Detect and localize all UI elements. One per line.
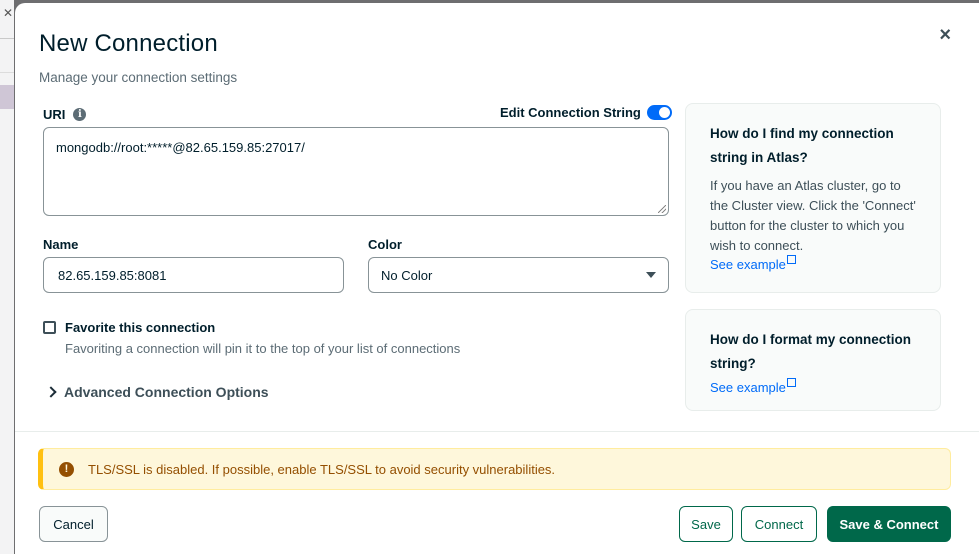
favorite-checkbox[interactable] bbox=[43, 321, 56, 334]
color-select-value: No Color bbox=[381, 267, 433, 283]
cancel-button[interactable]: Cancel bbox=[39, 506, 108, 542]
connection-string-textarea[interactable]: mongodb://root:*****@82.65.159.85:27017/ bbox=[43, 127, 669, 216]
save-button[interactable]: Save bbox=[679, 506, 733, 542]
help-card-title: How do I format my connection string? bbox=[710, 332, 912, 371]
see-example-link[interactable]: See example bbox=[710, 255, 796, 272]
color-label: Color bbox=[368, 237, 402, 252]
edit-connection-string-toggle-group: Edit Connection String bbox=[500, 105, 672, 120]
info-icon[interactable]: i bbox=[73, 108, 87, 121]
help-card-title: How do I find my connection string in At… bbox=[710, 126, 894, 165]
tls-warning-text: TLS/SSL is disabled. If possible, enable… bbox=[88, 461, 556, 477]
uri-label-group: URI i bbox=[43, 107, 87, 122]
save-and-connect-button[interactable]: Save & Connect bbox=[827, 506, 951, 542]
edit-connection-string-toggle[interactable] bbox=[646, 105, 672, 120]
modal-title: New Connection bbox=[39, 30, 218, 57]
favorite-description: Favoriting a connection will pin it to t… bbox=[65, 341, 461, 356]
modal-subtitle: Manage your connection settings bbox=[39, 70, 238, 85]
warning-icon: ! bbox=[59, 461, 74, 477]
background-app: ✕ bbox=[0, 0, 14, 554]
external-link-icon bbox=[786, 255, 796, 264]
advanced-options-label: Advanced Connection Options bbox=[64, 384, 269, 400]
resize-grip-icon[interactable] bbox=[658, 205, 666, 213]
new-connection-modal: × New Connection Manage your connection … bbox=[15, 3, 979, 554]
caret-down-icon bbox=[646, 272, 656, 278]
help-card-atlas: How do I find my connection string in At… bbox=[685, 103, 941, 293]
see-example-link[interactable]: See example bbox=[710, 378, 796, 395]
close-icon[interactable]: × bbox=[939, 25, 951, 45]
chevron-right-icon bbox=[45, 386, 57, 398]
tls-warning-banner: ! TLS/SSL is disabled. If possible, enab… bbox=[38, 448, 951, 490]
toggle-knob bbox=[658, 107, 670, 118]
name-label: Name bbox=[43, 237, 79, 252]
help-card-body: If you have an Atlas cluster, go to the … bbox=[710, 178, 916, 253]
background-close-icon: ✕ bbox=[3, 6, 14, 20]
color-select[interactable]: No Color bbox=[368, 257, 669, 293]
favorite-connection-group: Favorite this connection Favoriting a co… bbox=[43, 320, 460, 356]
advanced-options-toggle[interactable]: Advanced Connection Options bbox=[45, 384, 269, 400]
see-example-link-label: See example bbox=[710, 380, 786, 395]
help-card-format: How do I format my connection string? Se… bbox=[685, 309, 941, 411]
uri-label: URI bbox=[43, 107, 66, 122]
connection-string-value: mongodb://root:*****@82.65.159.85:27017/ bbox=[56, 140, 305, 155]
see-example-link-label: See example bbox=[710, 257, 786, 272]
name-input-value: 82.65.159.85:8081 bbox=[58, 267, 167, 283]
name-input[interactable]: 82.65.159.85:8081 bbox=[43, 257, 344, 293]
edit-connection-string-label: Edit Connection String bbox=[500, 105, 641, 120]
favorite-label[interactable]: Favorite this connection bbox=[65, 320, 215, 335]
connect-button[interactable]: Connect bbox=[741, 506, 817, 542]
footer-divider bbox=[15, 431, 979, 432]
external-link-icon bbox=[786, 378, 796, 387]
